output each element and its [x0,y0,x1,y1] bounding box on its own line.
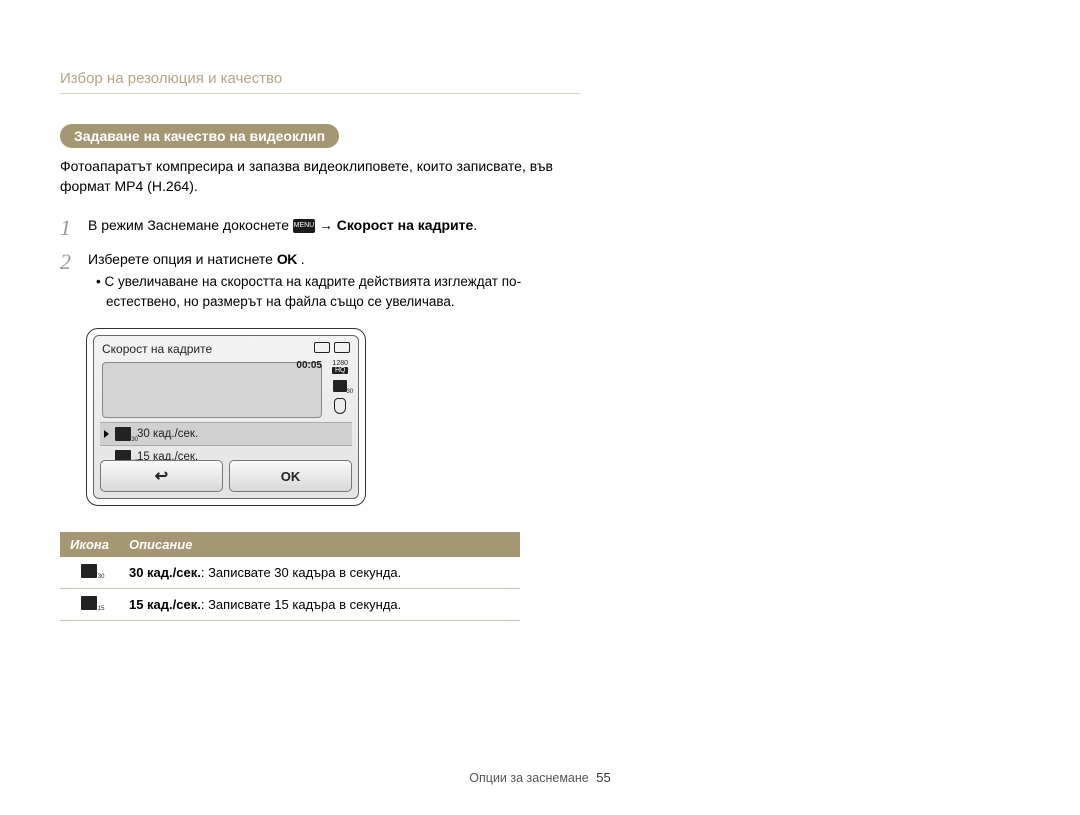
table-header-icon: Икона [60,532,119,557]
page-number: 55 [596,770,610,785]
fps15-icon: 15 [81,596,97,610]
breadcrumb: Избор на резолюция и качество [60,70,580,94]
preview-window [102,362,322,418]
step1-post: . [473,217,477,233]
table-row: 15 15 кад./сек.: Записвате 15 кадъра в с… [60,589,520,621]
lcd-screen: Скорост на кадрите 00:05 1280 HQ 30 30 3… [93,335,359,499]
ok-button[interactable]: OK [229,460,352,492]
step-number: 1 [60,215,88,239]
step-number: 2 [60,249,88,273]
microphone-icon [334,398,346,414]
description-table: Икона Описание 30 30 кад./сек.: Записват… [60,532,520,621]
memory-icon [314,342,330,353]
page-footer: Опции за заснемане 55 [0,770,1080,785]
steps-list: 1 В режим Заснемане докоснете MENU → Ско… [60,215,580,313]
side-icon-column: 1280 HQ 30 [332,360,348,414]
status-icons [314,342,350,353]
row-text: : Записвате 15 кадъра в секунда. [201,597,401,612]
resolution-icon: 1280 HQ [332,360,348,374]
row-bold: 30 кад./сек. [129,565,201,580]
table-row: 30 30 кад./сек.: Записвате 30 кадъра в с… [60,557,520,589]
resolution-label: 1280 [332,360,348,367]
recording-timer: 00:05 [296,360,322,371]
step2-post: . [297,251,305,267]
fps30-icon: 30 [115,427,131,441]
arrow-text: → [319,217,337,233]
menu-icon: MENU [293,219,315,233]
step-bullet: С увеличаване на скоростта на кадрите де… [88,272,580,313]
step1-bold: Скорост на кадрите [337,217,474,233]
quality-label: HQ [332,367,348,374]
framerate-icon: 30 [333,380,347,392]
fps30-icon: 30 [81,564,97,578]
back-button[interactable] [100,460,223,492]
intro-paragraph: Фотоапаратът компресира и запазва видеок… [60,156,580,197]
option-30fps[interactable]: 30 30 кад./сек. [100,422,352,445]
ok-icon: OK [277,251,297,267]
step-body: Изберете опция и натиснете OK . С увелич… [88,249,580,313]
manual-page: Избор на резолюция и качество Задаване н… [0,0,640,621]
camera-lcd-illustration: Скорост на кадрите 00:05 1280 HQ 30 30 3… [86,328,366,506]
battery-icon [334,342,350,353]
step1-text-pre: В режим Заснемане докоснете [88,217,293,233]
option-label: 30 кад./сек. [137,428,198,440]
row-bold: 15 кад./сек. [129,597,201,612]
step2-text-pre: Изберете опция и натиснете [88,251,277,267]
table-header-desc: Описание [119,532,520,557]
section-heading: Задаване на качество на видеоклип [60,124,339,148]
footer-section-label: Опции за заснемане [469,771,588,785]
step-body: В режим Заснемане докоснете MENU → Скоро… [88,215,477,236]
row-text: : Записвате 30 кадъра в секунда. [201,565,401,580]
selection-caret-icon [104,430,109,438]
